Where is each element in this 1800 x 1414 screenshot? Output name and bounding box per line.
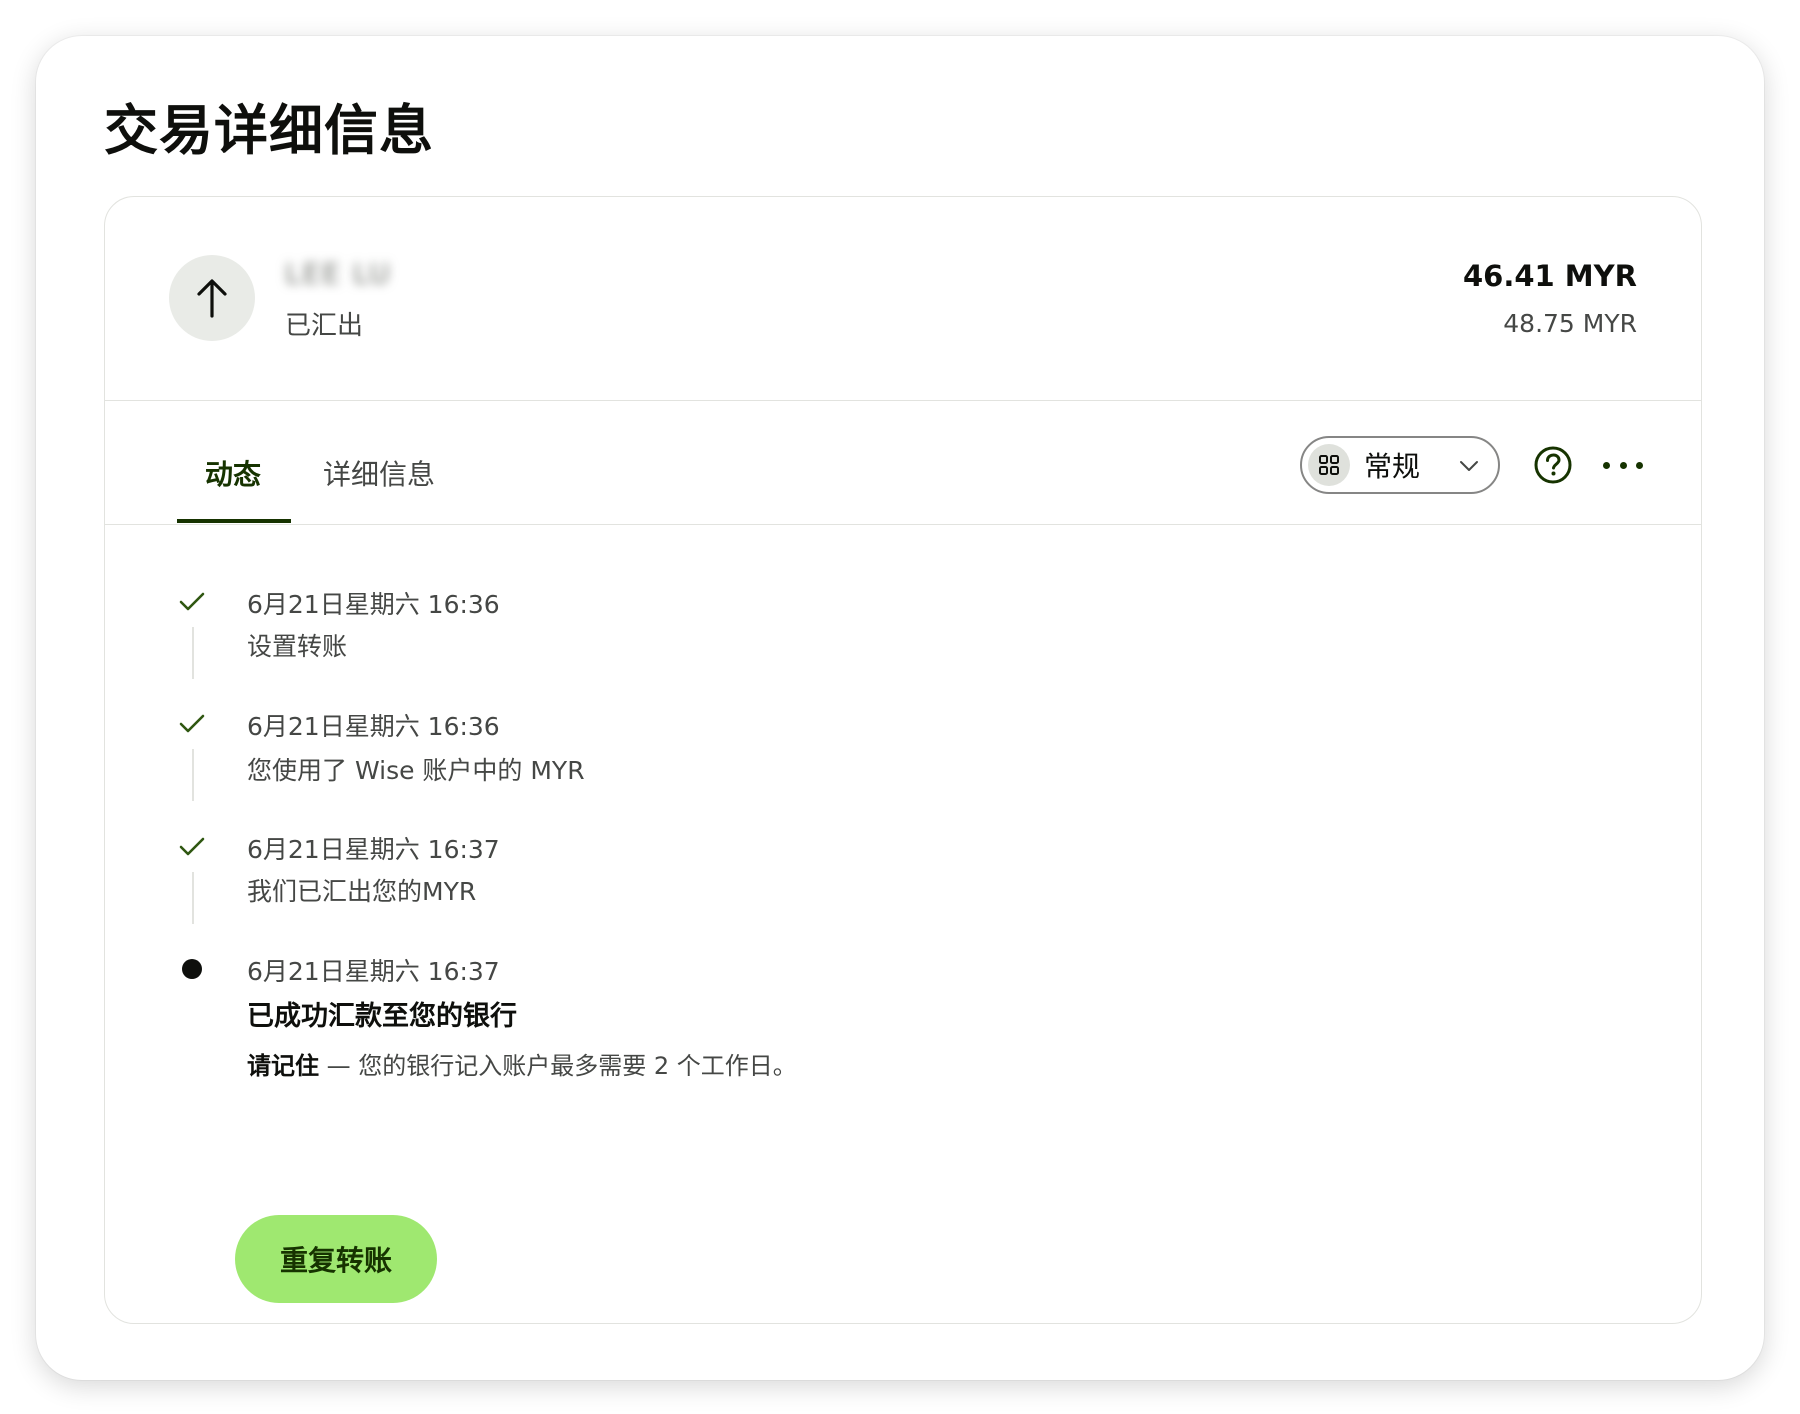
tab-details[interactable]: 详细信息: [323, 453, 435, 493]
active-tab-indicator: [177, 519, 291, 523]
event-date: 6月21日星期六 16:36: [247, 712, 500, 741]
check-icon: [177, 709, 207, 739]
amount-secondary: 48.75 MYR: [1503, 309, 1637, 338]
tab-bar: 动态 详细信息 常规: [105, 401, 1701, 525]
tab-activity[interactable]: 动态: [205, 453, 261, 493]
help-icon[interactable]: [1533, 445, 1573, 485]
transaction-details-window: 交易详细信息 LEE LU 已汇出 46.41 MYR 48.75 MYR 动态…: [36, 36, 1764, 1380]
amount-primary: 46.41 MYR: [1462, 259, 1637, 293]
view-mode-label: 常规: [1364, 450, 1421, 483]
timeline-connector: [192, 749, 194, 801]
timeline-connector: [192, 627, 194, 679]
event-date: 6月21日星期六 16:37: [247, 835, 500, 864]
event-date: 6月21日星期六 16:36: [247, 590, 500, 619]
transaction-summary: LEE LU 已汇出 46.41 MYR 48.75 MYR: [105, 197, 1701, 401]
chevron-down-icon: [1460, 461, 1478, 471]
timeline-connector: [192, 872, 194, 924]
page-title: 交易详细信息: [104, 99, 434, 162]
more-options-icon[interactable]: [1603, 451, 1643, 479]
transfer-status: 已汇出: [285, 311, 364, 341]
repeat-transfer-button[interactable]: 重复转账: [235, 1215, 437, 1303]
event-description: 我们已汇出您的MYR: [247, 877, 477, 906]
arrow-up-icon: [197, 279, 227, 318]
event-description: 已成功汇款至您的银行: [247, 1001, 517, 1032]
check-icon: [177, 587, 207, 617]
event-description: 设置转账: [247, 632, 348, 661]
event-note-text: — 您的银行记入账户最多需要 2 个工作日。: [319, 1052, 797, 1080]
recipient-name: LEE LU: [285, 257, 392, 290]
event-note-emphasis: 请记住: [247, 1052, 319, 1080]
avatar: [169, 255, 255, 341]
event-description: 您使用了 Wise 账户中的 MYR: [247, 756, 585, 785]
view-mode-select[interactable]: 常规: [1300, 436, 1500, 494]
transaction-card: LEE LU 已汇出 46.41 MYR 48.75 MYR 动态 详细信息 常…: [104, 196, 1702, 1324]
event-note: 请记住 — 您的银行记入账户最多需要 2 个工作日。: [247, 1046, 797, 1081]
current-step-dot-icon: [177, 954, 207, 984]
grid-icon: [1308, 444, 1350, 486]
event-date: 6月21日星期六 16:37: [247, 957, 500, 986]
check-icon: [177, 832, 207, 862]
